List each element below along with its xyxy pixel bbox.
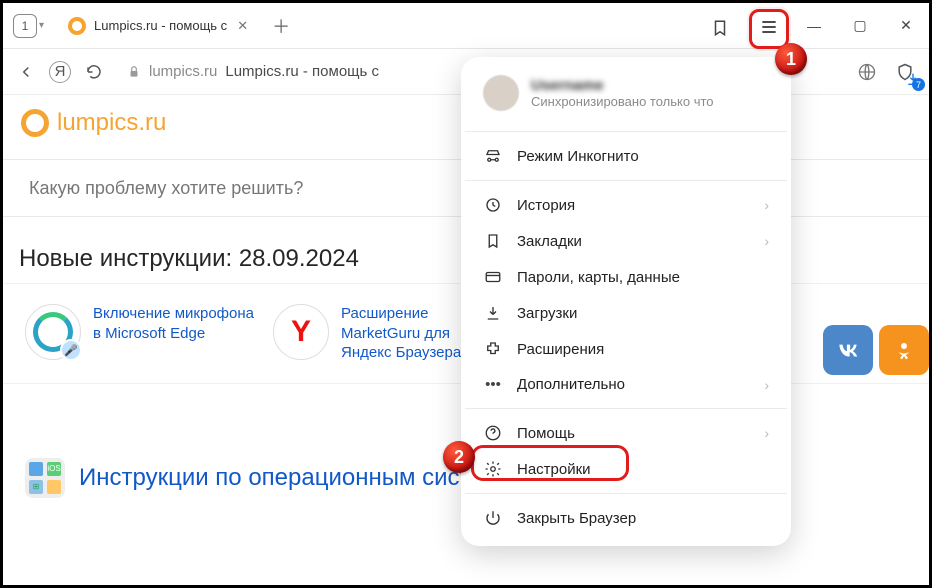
menu-item-downloads[interactable]: Загрузки: [465, 295, 787, 331]
menu-item-passwords[interactable]: Пароли, карты, данные: [465, 259, 787, 295]
callout-badge-1: 1: [775, 43, 807, 75]
vk-button[interactable]: [823, 325, 873, 375]
incognito-icon: [483, 147, 503, 165]
chevron-right-icon: ›: [764, 197, 769, 213]
menu-item-label: История: [517, 197, 575, 214]
menu-item-incognito[interactable]: Режим Инкогнито: [465, 138, 787, 174]
yandex-thumb: Y: [273, 304, 329, 360]
window-controls: — ▢ ✕: [791, 3, 929, 49]
menu-item-more[interactable]: ••• Дополнительно ›: [465, 367, 787, 402]
bookmark-icon[interactable]: [711, 19, 729, 37]
chevron-right-icon: ›: [764, 425, 769, 441]
chevron-right-icon: ›: [764, 233, 769, 249]
menu-item-history[interactable]: История ›: [465, 187, 787, 223]
account-sync-status: Синхронизировано только что: [531, 94, 714, 109]
menu-item-label: Дополнительно: [517, 376, 625, 393]
url-title: Lumpics.ru - помощь с: [225, 63, 379, 80]
lock-icon: [127, 65, 141, 79]
menu-item-bookmarks[interactable]: Закладки ›: [465, 223, 787, 259]
menu-item-label: Закладки: [517, 233, 582, 250]
site-logo-text: lumpics.ru: [57, 109, 166, 137]
microphone-icon: 🎤: [60, 339, 82, 361]
downloads-count: 7: [912, 78, 925, 91]
menu-item-label: Пароли, карты, данные: [517, 269, 680, 286]
chevron-right-icon: ›: [764, 377, 769, 393]
url-host: lumpics.ru: [149, 63, 217, 80]
reload-button[interactable]: [85, 63, 103, 81]
yandex-logo-icon[interactable]: Я: [49, 61, 71, 83]
menu-item-label: Расширения: [517, 341, 604, 358]
minimize-button[interactable]: —: [791, 3, 837, 49]
avatar: [483, 75, 519, 111]
os-category-icon: iOS⊞: [25, 458, 65, 498]
power-icon: [483, 509, 503, 527]
close-window-button[interactable]: ✕: [883, 3, 929, 49]
article-card[interactable]: 🎤 Включение микрофона в Microsoft Edge: [25, 290, 255, 377]
close-tab-icon[interactable]: ✕: [237, 18, 248, 34]
site-favicon: [68, 17, 86, 35]
downloads-icon: [483, 304, 503, 322]
new-tab-button[interactable]: ＋: [272, 13, 290, 39]
maximize-button[interactable]: ▢: [837, 3, 883, 49]
history-icon: [483, 196, 503, 214]
menu-item-label: Режим Инкогнито: [517, 148, 639, 165]
browser-tab[interactable]: Lumpics.ru - помощь с ✕: [58, 7, 258, 45]
back-button[interactable]: [17, 63, 35, 81]
help-icon: [483, 424, 503, 442]
hamburger-menu-button[interactable]: [759, 17, 779, 37]
downloads-indicator[interactable]: 7: [905, 71, 923, 87]
article-link[interactable]: Включение микрофона в Microsoft Edge: [93, 304, 255, 343]
ok-button[interactable]: [879, 325, 929, 375]
menu-item-extensions[interactable]: Расширения: [465, 331, 787, 367]
menu-item-label: Помощь: [517, 425, 575, 442]
menu-account[interactable]: Username Синхронизировано только что: [465, 71, 787, 125]
callout-box-2: [471, 445, 629, 481]
menu-item-label: Закрыть Браузер: [517, 510, 636, 527]
menu-item-label: Загрузки: [517, 305, 577, 322]
social-buttons: [823, 325, 929, 375]
globe-icon[interactable]: [857, 62, 877, 82]
card-icon: [483, 268, 503, 286]
menu-item-close-browser[interactable]: Закрыть Браузер: [465, 500, 787, 536]
extensions-icon: [483, 340, 503, 358]
chevron-down-icon: ▾: [39, 20, 44, 31]
account-name: Username: [531, 77, 714, 94]
callout-badge-2: 2: [443, 441, 475, 473]
bookmarks-icon: [483, 232, 503, 250]
edge-thumb: 🎤: [25, 304, 81, 360]
more-icon: •••: [483, 376, 503, 393]
site-logo-icon: [21, 109, 49, 137]
tab-counter[interactable]: 1: [13, 14, 37, 38]
tab-title: Lumpics.ru - помощь с: [94, 18, 227, 33]
